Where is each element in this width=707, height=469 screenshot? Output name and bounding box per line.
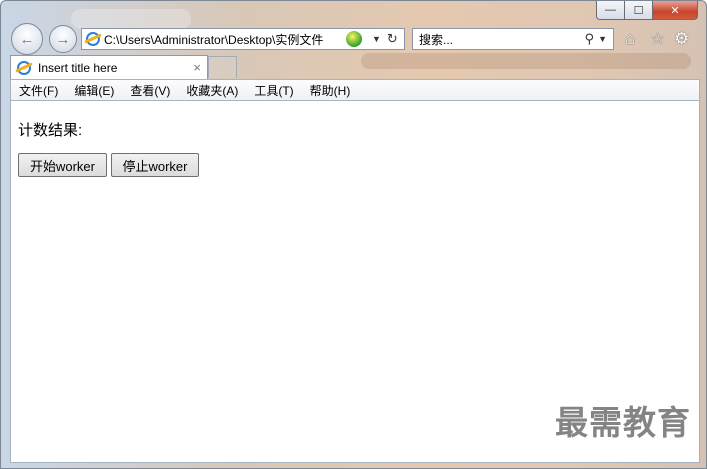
forward-arrow-icon: → <box>55 30 71 48</box>
close-button[interactable]: ✕ <box>652 1 698 20</box>
ie-logo-icon <box>17 60 31 75</box>
page-icon <box>86 32 100 46</box>
count-result-label: 计数结果: <box>18 122 83 139</box>
back-button[interactable]: ← <box>11 23 43 55</box>
search-box[interactable]: 搜索... ⚲ ▼ <box>412 28 614 50</box>
gear-icon[interactable]: ⚙ <box>674 29 689 49</box>
compatibility-view-icon[interactable] <box>346 31 362 47</box>
search-input[interactable]: 搜索... <box>419 31 585 48</box>
address-bar[interactable]: C:\Users\Administrator\Desktop\实例文件 ▼ ↻ <box>81 28 405 50</box>
start-worker-button[interactable]: 开始worker <box>18 153 107 177</box>
tab-active[interactable]: Insert title here × <box>10 55 208 79</box>
tab-title: Insert title here <box>38 60 118 75</box>
search-icon[interactable]: ⚲ <box>585 31 595 47</box>
address-dropdown-icon[interactable]: ▼ <box>372 34 381 44</box>
window-caption-buttons: — ☐ ✕ <box>596 1 698 21</box>
background-blur <box>361 53 691 69</box>
menu-favorites[interactable]: 收藏夹(A) <box>178 82 246 99</box>
menu-help[interactable]: 帮助(H) <box>302 82 359 99</box>
menu-bar: 文件(F) 编辑(E) 查看(V) 收藏夹(A) 工具(T) 帮助(H) <box>10 79 700 101</box>
favorites-star-icon[interactable]: ☆ <box>650 29 665 49</box>
back-arrow-icon: ← <box>19 30 35 48</box>
forward-button[interactable]: → <box>49 25 77 53</box>
address-text[interactable]: C:\Users\Administrator\Desktop\实例文件 <box>104 31 344 48</box>
maximize-button[interactable]: ☐ <box>624 1 652 20</box>
background-blur <box>71 9 191 29</box>
tab-close-icon[interactable]: × <box>193 60 201 75</box>
page-content: 计数结果: 开始worker 停止worker 最需教育 <box>10 101 700 463</box>
menu-tools[interactable]: 工具(T) <box>246 82 301 99</box>
watermark-logo: 最需教育 <box>555 403 691 442</box>
refresh-icon[interactable]: ↻ <box>387 31 398 47</box>
browser-window: — ☐ ✕ ← → C:\Users\Administrator\Desktop… <box>0 0 707 469</box>
stop-worker-button[interactable]: 停止worker <box>111 153 199 177</box>
search-dropdown-icon[interactable]: ▼ <box>598 34 607 44</box>
menu-view[interactable]: 查看(V) <box>122 82 178 99</box>
menu-file[interactable]: 文件(F) <box>11 82 66 99</box>
menu-edit[interactable]: 编辑(E) <box>66 82 122 99</box>
home-icon[interactable]: ⌂ <box>625 29 635 49</box>
minimize-button[interactable]: — <box>596 1 624 20</box>
new-tab-button[interactable] <box>208 56 237 78</box>
